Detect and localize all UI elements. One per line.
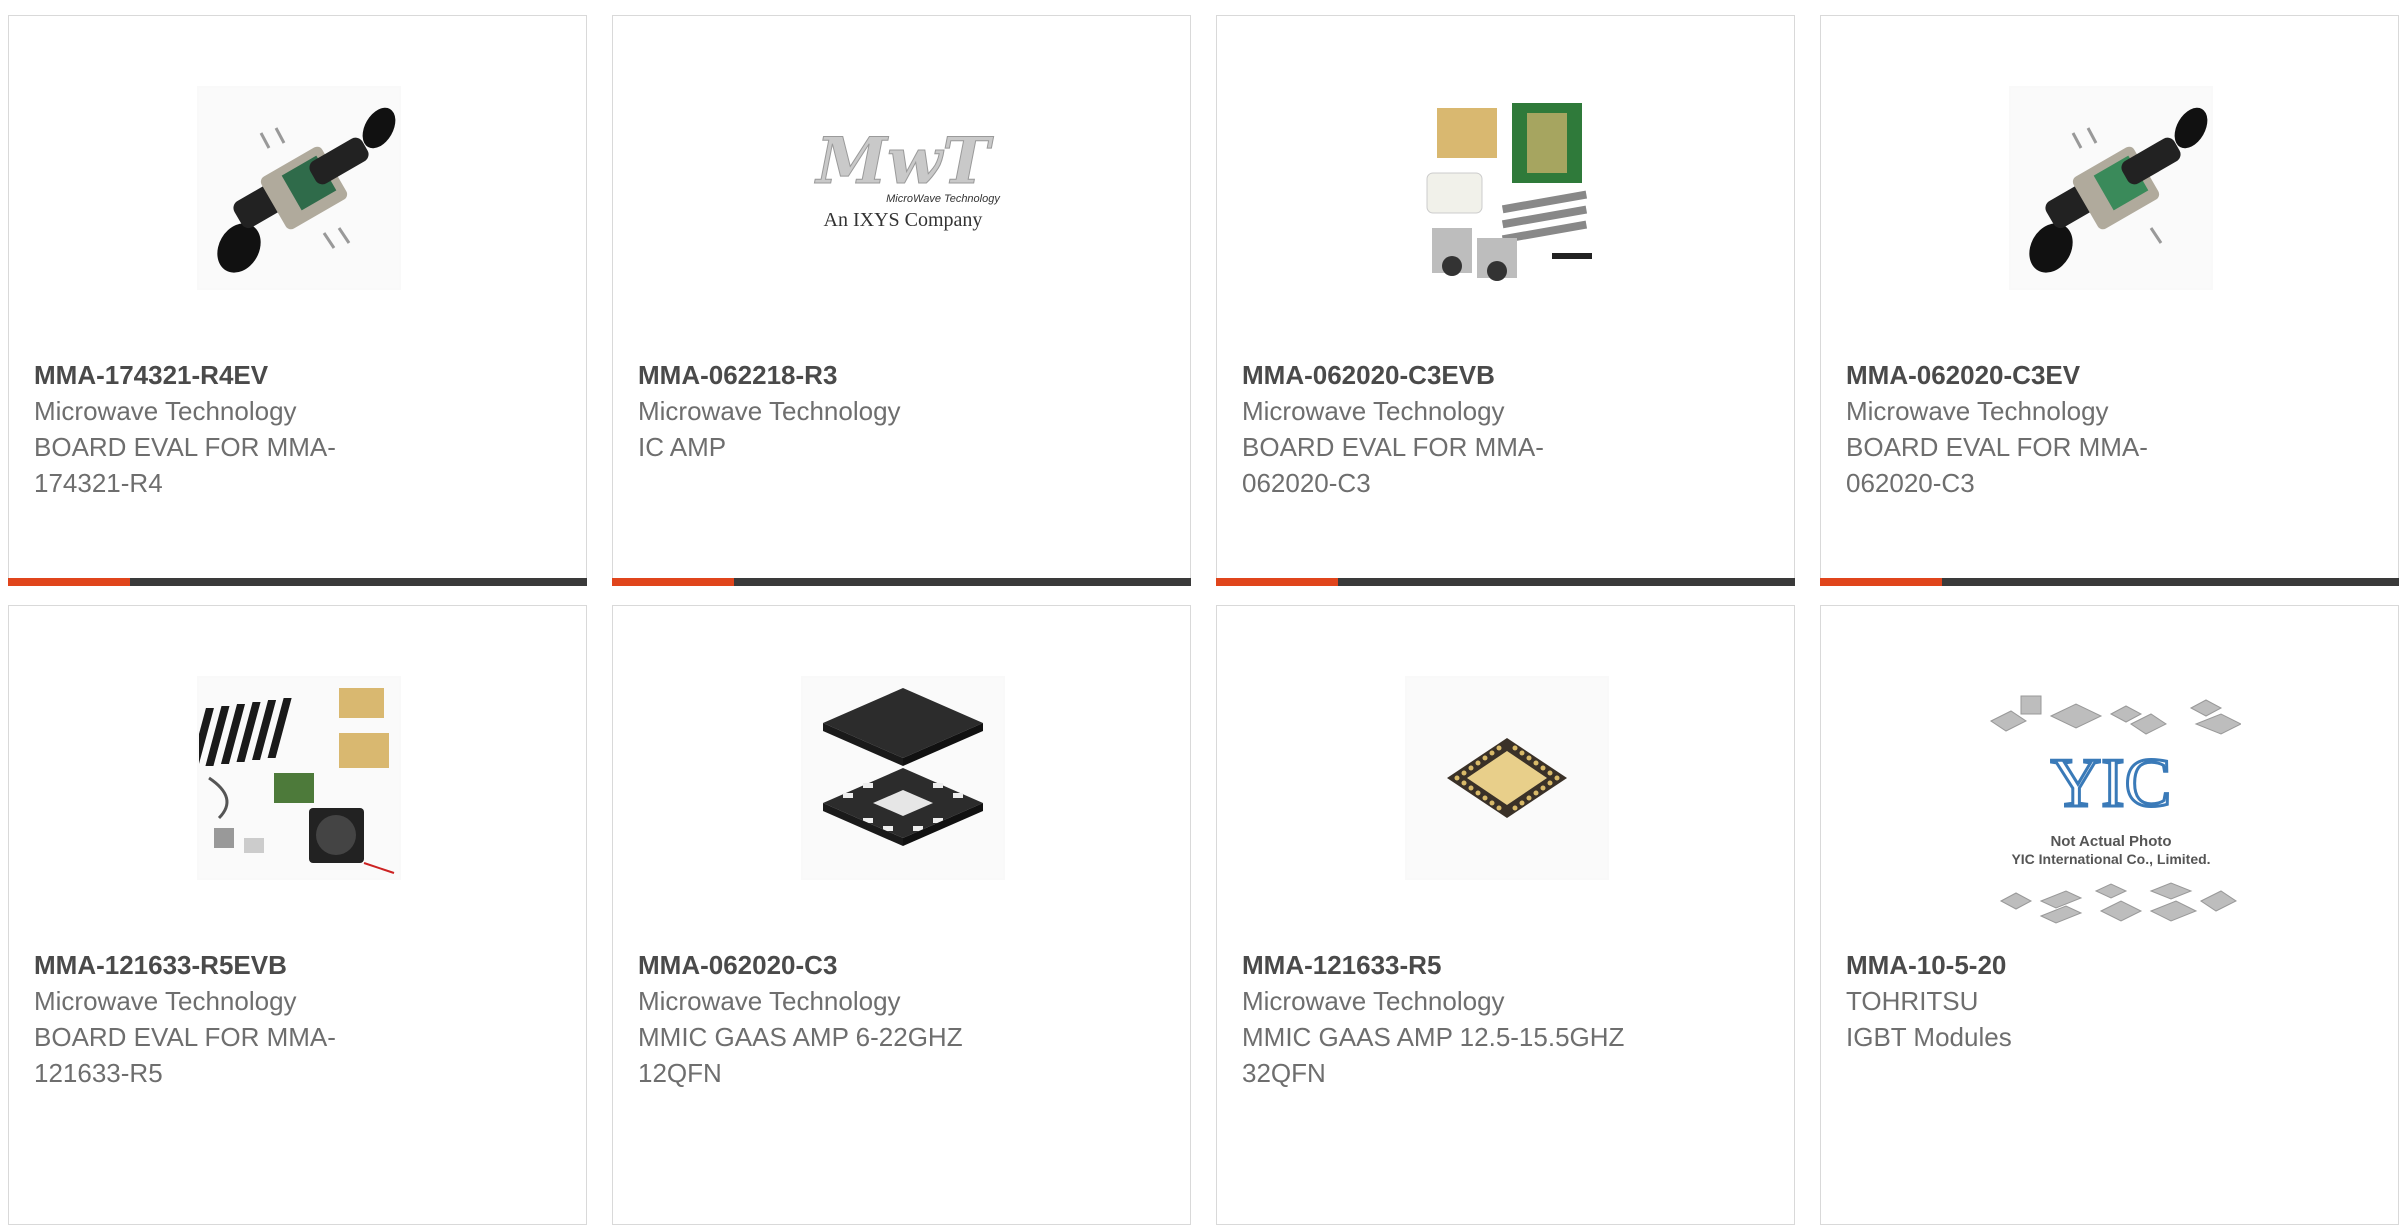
description: MMIC GAAS AMP 6-22GHZ 12QFN (638, 1022, 963, 1088)
part-number[interactable]: MMA-062020-C3 (638, 947, 1170, 983)
part-number[interactable]: MMA-121633-R5EVB (34, 947, 566, 983)
product-image[interactable] (197, 86, 401, 290)
product-card[interactable]: MwT MicroWave Technology An IXYS Company… (612, 15, 1191, 586)
product-grid: MMA-174321-R4EV Microwave Technology BOA… (8, 15, 2400, 1225)
part-number[interactable]: MMA-121633-R5 (1242, 947, 1774, 983)
svg-text:MicroWave Technology: MicroWave Technology (886, 193, 1001, 205)
product-image[interactable] (1405, 86, 1609, 290)
yic-placeholder-icon: YIC Not Actual Photo YIC International C… (1990, 695, 2241, 924)
manufacturer: Microwave Technology (1242, 986, 1505, 1016)
manufacturer: Microwave Technology (1846, 396, 2109, 426)
eval-board-connector-icon (199, 88, 399, 288)
part-number[interactable]: MMA-062020-C3EVB (1242, 357, 1774, 393)
eval-kit-parts-icon (1426, 103, 1592, 281)
svg-text:An IXYS Company: An IXYS Company (824, 209, 983, 231)
product-info: MMA-174321-R4EV Microwave Technology BOA… (34, 357, 566, 501)
description: BOARD EVAL FOR MMA-062020-C3 (1242, 432, 1544, 498)
product-info: MMA-121633-R5EVB Microwave Technology BO… (34, 947, 566, 1091)
progress-fill (1216, 578, 1338, 586)
progress-bar (1216, 578, 1795, 586)
svg-text:MwT: MwT (814, 124, 994, 199)
description: BOARD EVAL FOR MMA-121633-R5 (34, 1022, 336, 1088)
manufacturer: Microwave Technology (1242, 396, 1505, 426)
product-card[interactable]: MMA-062020-C3EVB Microwave Technology BO… (1216, 15, 1795, 586)
part-number[interactable]: MMA-062020-C3EV (1846, 357, 2378, 393)
product-image[interactable]: YIC Not Actual Photo YIC International C… (1981, 686, 2241, 936)
product-info: MMA-121633-R5 Microwave Technology MMIC … (1242, 947, 1774, 1091)
progress-fill (8, 578, 130, 586)
manufacturer: Microwave Technology (638, 986, 901, 1016)
product-card[interactable]: MMA-121633-R5EVB Microwave Technology BO… (8, 605, 587, 1225)
mwt-logo-icon: MwT MicroWave Technology An IXYS Company (814, 124, 1002, 232)
product-info: MMA-062020-C3 Microwave Technology MMIC … (638, 947, 1170, 1091)
qfn32-chip-icon (1407, 678, 1607, 878)
progress-fill (612, 578, 734, 586)
product-image[interactable] (801, 676, 1005, 880)
svg-text:Not Actual Photo: Not Actual Photo (2050, 833, 2171, 850)
progress-bar (8, 578, 587, 586)
product-info: MMA-062020-C3EV Microwave Technology BOA… (1846, 357, 2378, 501)
part-number[interactable]: MMA-174321-R4EV (34, 357, 566, 393)
product-image[interactable] (1405, 676, 1609, 880)
progress-fill (1820, 578, 1942, 586)
product-image[interactable] (197, 676, 401, 880)
manufacturer: TOHRITSU (1846, 986, 1979, 1016)
description: MMIC GAAS AMP 12.5-15.5GHZ 32QFN (1242, 1022, 1625, 1088)
description: IGBT Modules (1846, 1022, 2012, 1052)
manufacturer: Microwave Technology (638, 396, 901, 426)
description: BOARD EVAL FOR MMA-062020-C3 (1846, 432, 2148, 498)
part-number[interactable]: MMA-10-5-20 (1846, 947, 2378, 983)
heatsink-kit-icon (199, 678, 399, 878)
qfn-chip-icon (803, 678, 1003, 878)
part-number[interactable]: MMA-062218-R3 (638, 357, 1170, 393)
product-info: MMA-062020-C3EVB Microwave Technology BO… (1242, 357, 1774, 501)
product-image[interactable] (2009, 86, 2213, 290)
product-info: MMA-10-5-20 TOHRITSU IGBT Modules (1846, 947, 2378, 1055)
product-image[interactable]: MwT MicroWave Technology An IXYS Company (801, 86, 1005, 290)
manufacturer: Microwave Technology (34, 986, 297, 1016)
product-card[interactable]: MMA-062020-C3 Microwave Technology MMIC … (612, 605, 1191, 1225)
product-info: MMA-062218-R3 Microwave Technology IC AM… (638, 357, 1170, 465)
progress-bar (1820, 578, 2399, 586)
manufacturer: Microwave Technology (34, 396, 297, 426)
product-card[interactable]: MMA-174321-R4EV Microwave Technology BOA… (8, 15, 587, 586)
product-card[interactable]: MMA-062020-C3EV Microwave Technology BOA… (1820, 15, 2399, 586)
description: IC AMP (638, 432, 727, 462)
svg-text:YIC: YIC (2051, 745, 2172, 822)
svg-text:YIC International Co., Limited: YIC International Co., Limited. (2011, 851, 2210, 867)
progress-bar (612, 578, 1191, 586)
description: BOARD EVAL FOR MMA-174321-R4 (34, 432, 336, 498)
product-card[interactable]: MMA-121633-R5 Microwave Technology MMIC … (1216, 605, 1795, 1225)
eval-board-connector-icon (2011, 88, 2211, 288)
product-card[interactable]: YIC Not Actual Photo YIC International C… (1820, 605, 2399, 1225)
